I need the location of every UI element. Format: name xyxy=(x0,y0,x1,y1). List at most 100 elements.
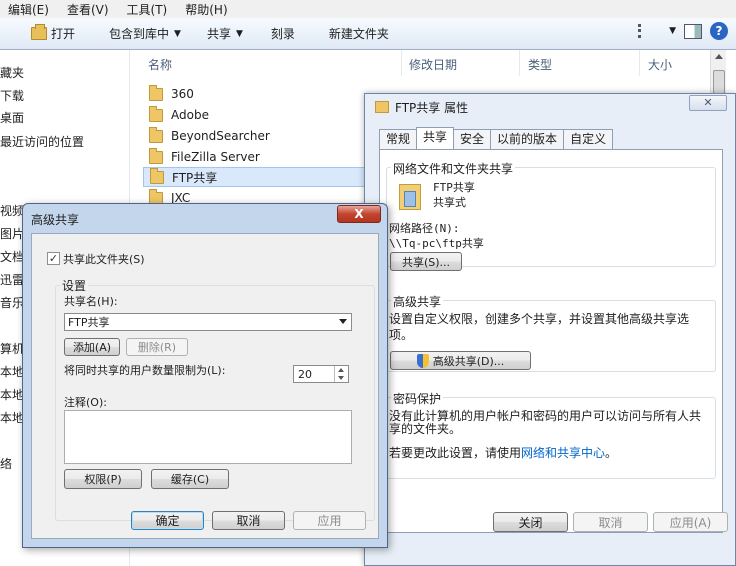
close-button[interactable]: ✕ xyxy=(689,95,727,111)
caching-button[interactable]: 缓存(C) xyxy=(151,469,229,489)
nav-item-pictures[interactable]: 图片 xyxy=(0,225,24,242)
scroll-up-icon[interactable] xyxy=(715,54,723,59)
apply-button[interactable]: 应用(A) xyxy=(653,512,728,532)
advanced-sharing-button-label: 高级共享(D)... xyxy=(432,354,505,368)
stepper-buttons[interactable] xyxy=(334,366,348,382)
ok-button[interactable]: 确定 xyxy=(131,511,204,530)
nav-item-local-disk[interactable]: 本地 xyxy=(0,363,24,380)
password-change-prefix: 若要更改此设置，请使用 xyxy=(389,446,522,460)
password-protection-description: 没有此计算机的用户帐户和密码的用户可以访问与所有人共享的文件夹。 xyxy=(389,409,702,436)
close-button[interactable]: X xyxy=(337,205,381,223)
menu-bar: 编辑(E) 查看(V) 工具(T) 帮助(H) xyxy=(0,0,736,18)
network-path-label: 网络路径(N): xyxy=(389,222,460,235)
advanced-sharing-dialog: 高级共享 X ✓ 共享此文件夹(S) 设置 共享名(H): FTP共享 添加(A… xyxy=(22,203,388,548)
scroll-thumb[interactable] xyxy=(713,70,725,94)
menu-tools[interactable]: 工具(T) xyxy=(119,1,178,18)
file-name: BeyondSearcher xyxy=(171,129,270,143)
nav-item-thunder[interactable]: 迅雷 xyxy=(0,271,24,288)
file-name: Adobe xyxy=(171,108,209,122)
folder-icon xyxy=(149,105,163,122)
column-size[interactable]: 大小 xyxy=(648,56,672,73)
file-name: FileZilla Server xyxy=(171,150,260,164)
properties-titlebar: FTP共享 属性 xyxy=(365,94,735,120)
column-headers: 名称 修改日期 类型 大小 xyxy=(131,50,736,76)
advanced-sharing-group: 高级共享 设置自定义权限，创建多个共享，并设置其他高级共享选项。 高级共享(D)… xyxy=(386,293,716,372)
file-name: FTP共享 xyxy=(172,170,218,185)
chevron-down-icon[interactable]: ▼ xyxy=(669,26,676,36)
password-protection-group: 密码保护 没有此计算机的用户帐户和密码的用户可以访问与所有人共享的文件夹。 若要… xyxy=(386,390,716,479)
tab-previous-versions[interactable]: 以前的版本 xyxy=(490,129,565,149)
nav-item-computer[interactable]: 算机 xyxy=(0,340,24,357)
nav-item-music[interactable]: 音乐 xyxy=(0,294,24,311)
folder-icon xyxy=(149,147,163,164)
share-button[interactable]: 共享(S)... xyxy=(390,252,462,271)
user-limit-stepper[interactable]: 20 xyxy=(293,365,349,383)
apply-button[interactable]: 应用 xyxy=(293,511,366,530)
nav-item-desktop[interactable]: 桌面 xyxy=(0,109,24,126)
file-name: 360 xyxy=(171,87,194,101)
column-modified[interactable]: 修改日期 xyxy=(409,56,457,73)
password-protection-heading: 密码保护 xyxy=(391,390,444,407)
stepper-down-icon[interactable] xyxy=(338,376,344,380)
network-sharing-group: 网络文件和文件夹共享 FTP共享 共享式 网络路径(N): \\Tq-pc\ft… xyxy=(386,160,716,271)
tab-security[interactable]: 安全 xyxy=(453,129,492,149)
open-button[interactable]: 打开 xyxy=(22,22,84,46)
permissions-button[interactable]: 权限(P) xyxy=(64,469,142,489)
column-divider[interactable] xyxy=(401,50,402,76)
column-name[interactable]: 名称 xyxy=(148,56,172,73)
close-dialog-button[interactable]: 关闭 xyxy=(493,512,568,532)
view-options-icon[interactable] xyxy=(638,24,656,38)
new-folder-label: 新建文件夹 xyxy=(328,27,389,41)
add-button[interactable]: 添加(A) xyxy=(64,338,120,356)
burn-button[interactable]: 刻录 xyxy=(262,22,304,46)
remove-button[interactable]: 删除(R) xyxy=(126,338,188,356)
comment-textarea[interactable] xyxy=(64,410,352,464)
share-name-label: 共享名(H): xyxy=(64,295,118,308)
nav-item-favorites[interactable]: 藏夹 xyxy=(0,64,24,81)
include-label: 包含到库中 xyxy=(109,27,170,41)
tab-customize[interactable]: 自定义 xyxy=(563,129,614,149)
settings-group: 设置 共享名(H): FTP共享 添加(A) 删除(R) 将同时共享的用户数量限… xyxy=(55,277,375,521)
network-sharing-center-link[interactable]: 网络和共享中心 xyxy=(521,446,605,460)
new-folder-button[interactable]: 新建文件夹 xyxy=(320,22,398,46)
menu-help[interactable]: 帮助(H) xyxy=(177,1,237,18)
advanced-sharing-title: 高级共享 xyxy=(31,213,80,227)
uac-shield-icon xyxy=(416,353,429,368)
nav-item-documents[interactable]: 文档 xyxy=(0,248,24,265)
nav-item-local-disk[interactable]: 本地 xyxy=(0,386,24,403)
tab-general[interactable]: 常规 xyxy=(379,129,418,149)
share-folder-checkbox-label: 共享此文件夹(S) xyxy=(63,253,145,266)
cancel-button[interactable]: 取消 xyxy=(212,511,285,530)
nav-item-local-disk[interactable]: 本地 xyxy=(0,409,24,426)
folder-icon xyxy=(149,84,163,101)
stepper-up-icon[interactable] xyxy=(338,368,344,372)
menu-edit[interactable]: 编辑(E) xyxy=(0,1,59,18)
column-divider[interactable] xyxy=(639,50,640,76)
column-divider[interactable] xyxy=(519,50,520,76)
help-icon[interactable]: ? xyxy=(710,22,728,40)
command-bar: 打开 包含到库中 ▼ 共享 ▼ 刻录 新建文件夹 ▼ ? xyxy=(0,18,736,50)
nav-item-recent[interactable]: 最近访问的位置 xyxy=(0,133,84,150)
folder-icon xyxy=(375,101,389,113)
nav-item-downloads[interactable]: 下载 xyxy=(0,87,24,104)
column-type[interactable]: 类型 xyxy=(528,56,552,73)
share-folder-checkbox[interactable]: ✓ xyxy=(47,252,60,265)
open-label: 打开 xyxy=(51,27,76,41)
include-in-library-button[interactable]: 包含到库中 ▼ xyxy=(100,22,190,46)
preview-pane-icon[interactable] xyxy=(684,23,702,39)
nav-item-videos[interactable]: 视频 xyxy=(0,202,24,219)
tab-sharing[interactable]: 共享 xyxy=(416,127,455,149)
shared-folder-icon xyxy=(399,184,421,210)
menu-view[interactable]: 查看(V) xyxy=(59,1,119,18)
folder-icon xyxy=(149,126,163,143)
share-name-select[interactable]: FTP共享 xyxy=(64,313,352,331)
network-path-value: \\Tq-pc\ftp共享 xyxy=(389,237,484,250)
cancel-button[interactable]: 取消 xyxy=(573,512,648,532)
settings-heading: 设置 xyxy=(60,277,89,294)
chevron-down-icon xyxy=(339,319,347,324)
user-limit-label: 将同时共享的用户数量限制为(L): xyxy=(64,364,226,377)
nav-item-network[interactable]: 络 xyxy=(0,455,12,472)
advanced-sharing-button[interactable]: 高级共享(D)... xyxy=(390,351,531,370)
share-with-button[interactable]: 共享 ▼ xyxy=(198,22,252,46)
advanced-sharing-description: 设置自定义权限，创建多个共享，并设置其他高级共享选项。 xyxy=(389,312,690,342)
